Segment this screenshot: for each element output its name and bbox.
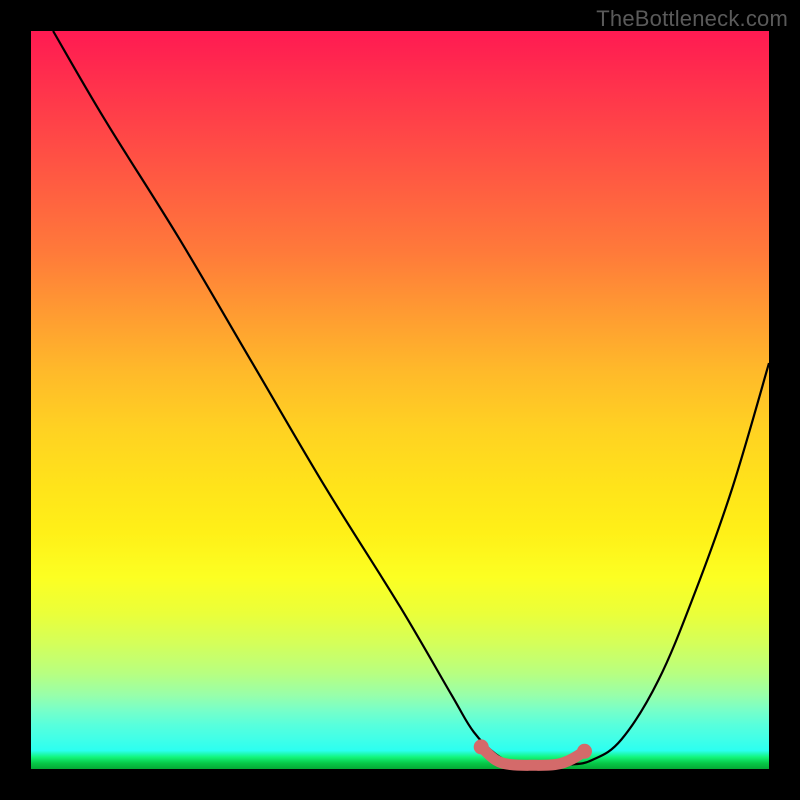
optimal-dot-end (577, 744, 592, 759)
optimal-dot-start (474, 739, 489, 754)
bottleneck-curve (53, 31, 769, 766)
watermark-text: TheBottleneck.com (596, 6, 788, 32)
chart-frame: TheBottleneck.com (0, 0, 800, 800)
chart-svg (31, 31, 769, 769)
plot-area (31, 31, 769, 769)
optimal-region-curve (481, 747, 584, 765)
